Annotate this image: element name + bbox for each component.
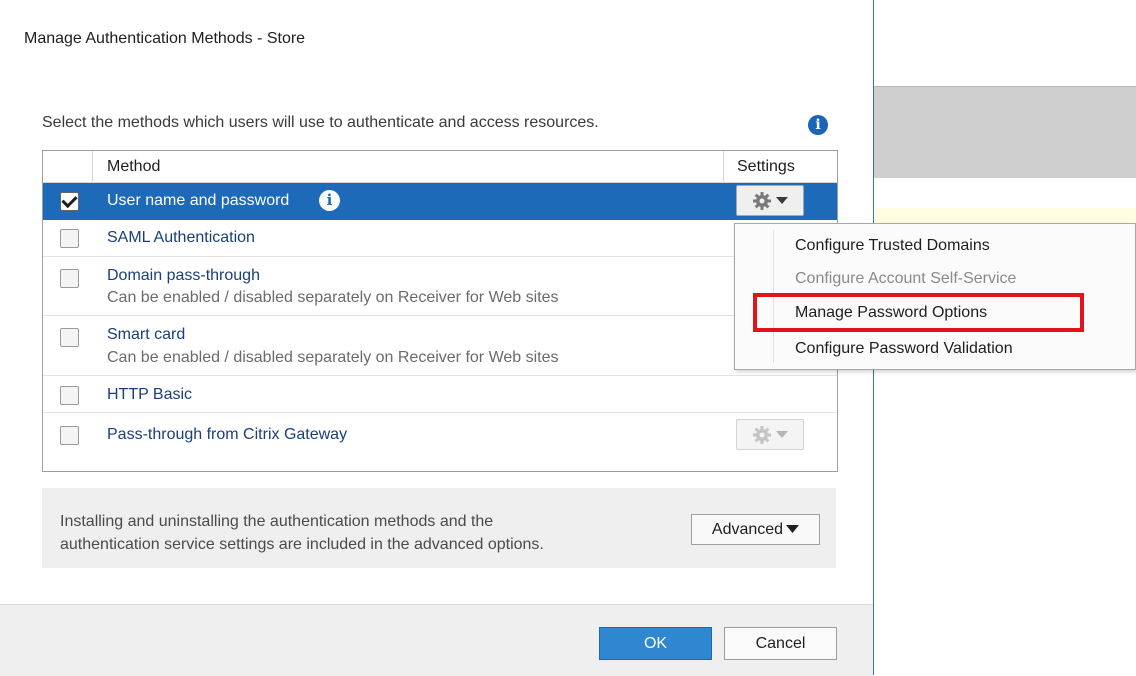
column-header-method[interactable]: Method	[107, 158, 160, 176]
method-title: HTTP Basic	[107, 386, 193, 403]
menu-item-configure-account-self-service: Configure Account Self-Service	[795, 270, 1017, 287]
menu-item-configure-trusted-domains[interactable]: Configure Trusted Domains	[795, 237, 990, 255]
column-separator	[92, 151, 93, 182]
method-subtitle: Can be enabled / disabled separately on …	[107, 289, 559, 306]
info-icon[interactable]: i	[319, 190, 340, 211]
info-icon[interactable]: i	[808, 115, 828, 135]
method-row-citrix-gateway[interactable]: Pass-through from Citrix Gateway	[43, 413, 837, 455]
checkbox-http-basic[interactable]	[60, 386, 79, 405]
cancel-button[interactable]: Cancel	[724, 627, 837, 660]
chevron-down-icon	[786, 525, 800, 533]
table-header: Method Settings	[43, 151, 837, 183]
method-subtitle: Can be enabled / disabled separately on …	[107, 349, 559, 366]
advanced-button[interactable]: Advanced	[691, 514, 820, 545]
dialog-title: Manage Authentication Methods - Store	[24, 30, 306, 47]
menu-item-configure-password-validation[interactable]: Configure Password Validation	[795, 340, 1013, 358]
column-header-settings[interactable]: Settings	[737, 158, 795, 176]
method-row-smart-card[interactable]: Smart card Can be enabled / disabled sep…	[43, 316, 837, 376]
method-title: User name and password	[107, 192, 290, 209]
gear-icon	[753, 191, 771, 210]
method-row-http-basic[interactable]: HTTP Basic	[43, 376, 837, 413]
background-toolbar-band	[874, 86, 1136, 179]
checkbox-smart-card[interactable]	[60, 328, 79, 347]
intro-text: Select the methods which users will use …	[42, 114, 599, 131]
method-title: Smart card	[107, 326, 186, 343]
ok-button[interactable]: OK	[599, 627, 712, 660]
method-row-saml[interactable]: SAML Authentication	[43, 220, 837, 257]
method-title: SAML Authentication	[107, 229, 255, 246]
chevron-down-icon	[776, 196, 788, 204]
method-row-user-name-password[interactable]: User name and password i	[43, 183, 837, 220]
settings-gear-dropdown[interactable]	[736, 185, 804, 216]
checkbox-domain-pass-through[interactable]	[60, 269, 79, 288]
method-title: Pass-through from Citrix Gateway	[107, 426, 348, 443]
checkbox-user-name-password[interactable]	[60, 192, 79, 211]
checkbox-citrix-gateway[interactable]	[60, 426, 79, 445]
gear-icon	[753, 425, 771, 444]
advanced-description-line: authentication service settings are incl…	[60, 536, 544, 553]
checkbox-saml[interactable]	[60, 229, 79, 248]
background-row	[874, 178, 1136, 209]
method-title: Domain pass-through	[107, 267, 260, 284]
advanced-options-panel: Installing and uninstalling the authenti…	[42, 488, 836, 568]
advanced-button-label: Advanced	[711, 520, 784, 538]
column-separator	[723, 151, 724, 182]
dialog-footer: OK Cancel	[0, 604, 873, 676]
advanced-description: Installing and uninstalling the authenti…	[60, 510, 660, 556]
highlight-annotation	[753, 293, 1084, 332]
advanced-description-line: Installing and uninstalling the authenti…	[60, 513, 494, 530]
method-row-domain-pass-through[interactable]: Domain pass-through Can be enabled / dis…	[43, 257, 837, 316]
methods-table: Method Settings User name and password i	[42, 150, 838, 472]
chevron-down-icon	[776, 430, 788, 438]
settings-gear-dropdown-disabled	[736, 419, 804, 450]
